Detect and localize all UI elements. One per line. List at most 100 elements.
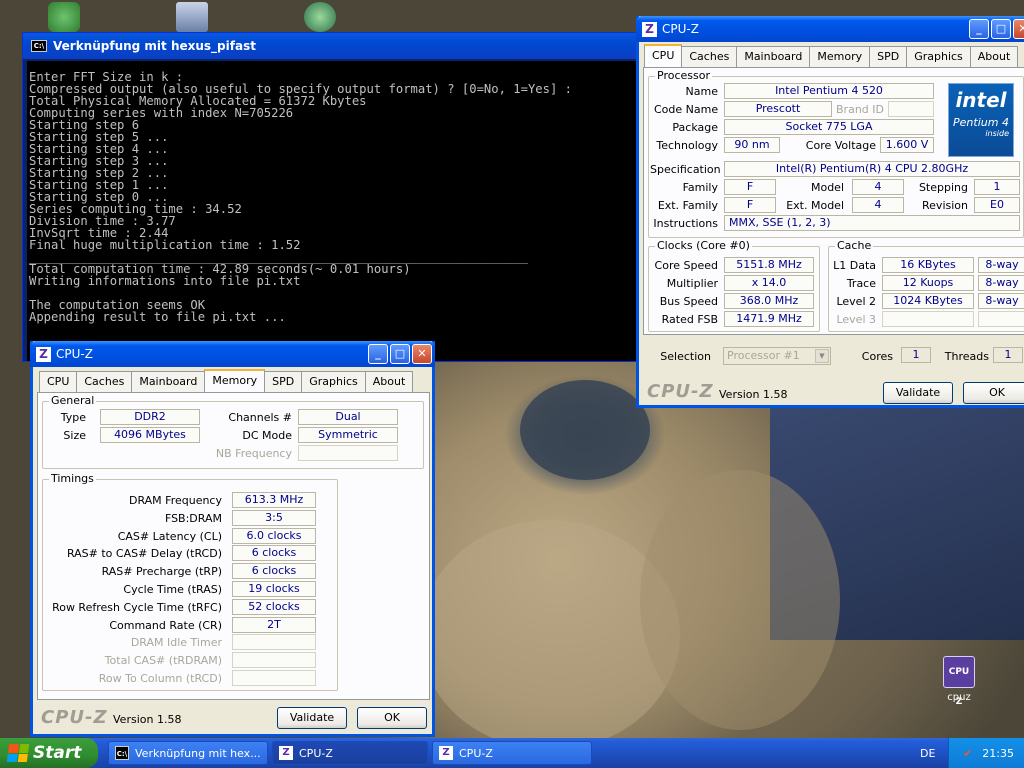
console-titlebar[interactable]: C:\ Verknüpfung mit hexus_pifast <box>23 33 641 59</box>
brandid-label: Brand ID <box>836 103 884 116</box>
tab-graphics[interactable]: Graphics <box>906 46 971 67</box>
timing-value: 52 clocks <box>232 598 316 615</box>
validate-button[interactable]: Validate <box>883 382 953 404</box>
cpuz-logo-icon: Z <box>642 21 657 37</box>
maximize-button[interactable]: □ <box>991 19 1011 39</box>
stepping-value: 1 <box>974 179 1020 195</box>
processor-selection-value: Processor #1 <box>727 349 800 362</box>
start-button[interactable]: Start <box>0 738 98 768</box>
trace-value: 12 Kuops <box>882 275 974 291</box>
codename-value: Prescott <box>724 101 832 117</box>
console-window[interactable]: C:\ Verknüpfung mit hexus_pifast Enter F… <box>22 32 642 362</box>
language-indicator[interactable]: DE <box>920 747 935 760</box>
stepping-label: Stepping <box>918 181 968 194</box>
cpuz-icon: CPU Z <box>943 656 975 707</box>
size-value: 4096 MBytes <box>100 427 200 443</box>
cpuz-logo-icon: Z <box>36 346 51 362</box>
ext-family-value: F <box>724 197 776 213</box>
tab-caches[interactable]: Caches <box>76 371 133 392</box>
windows-flag-icon <box>6 744 30 762</box>
cpuz-logo-icon: Z <box>439 746 453 760</box>
rated-fsb-value: 1471.9 MHz <box>724 311 814 327</box>
tab-memory[interactable]: Memory <box>204 369 266 392</box>
taskbar-item-label: CPU-Z <box>299 746 333 760</box>
clocks-group-label: Clocks (Core #0) <box>655 239 752 252</box>
timing-label: Cycle Time (tRAS) <box>123 583 222 596</box>
console-output[interactable]: Enter FFT Size in k : Compressed output (… <box>27 61 641 361</box>
revision-value: E0 <box>974 197 1020 213</box>
timing-label: DRAM Idle Timer <box>130 636 222 650</box>
chevron-down-icon: ▼ <box>815 349 829 363</box>
timing-value: 6 clocks <box>232 563 316 580</box>
trace-ways: 8-way <box>978 275 1024 291</box>
cpuz-cpu-titlebar[interactable]: Z CPU-Z _ □ ✕ <box>636 16 1024 42</box>
timing-value <box>232 670 316 686</box>
timing-label: Command Rate (CR) <box>109 618 222 632</box>
taskbar-item-cpuz-1[interactable]: Z CPU-Z <box>272 741 428 765</box>
tab-spd[interactable]: SPD <box>264 371 303 392</box>
tab-memory[interactable]: Memory <box>809 46 871 67</box>
nb-frequency-value <box>298 445 398 461</box>
cpuz-desktop-shortcut[interactable]: CPU Z cpuz <box>930 656 988 707</box>
my-computer-icon[interactable] <box>176 2 208 32</box>
level2-value: 1024 KBytes <box>882 293 974 309</box>
cpuz-cpu-title: CPU-Z <box>662 22 699 36</box>
ok-button[interactable]: OK <box>357 707 427 729</box>
tab-mainboard[interactable]: Mainboard <box>736 46 811 67</box>
tab-cpu[interactable]: CPU <box>644 44 683 67</box>
taskbar-item-console[interactable]: C:\ Verknüpfung mit hex... <box>108 741 268 765</box>
family-label: Family <box>682 181 718 194</box>
console-line: Appending result to file pi.txt ... <box>29 310 286 324</box>
timing-value: 613.3 MHz <box>232 492 316 508</box>
level2-ways: 8-way <box>978 293 1024 309</box>
network-icon[interactable] <box>304 2 336 32</box>
pentium-logo-text: Pentium 4 <box>953 116 1009 129</box>
wallpaper-dog-nose <box>520 380 650 480</box>
cpuz-memory-window[interactable]: Z CPU-Z _ □ ✕ CPU Caches Mainboard Memory SP… <box>30 341 435 737</box>
timing-value: 6.0 clocks <box>232 527 316 544</box>
cpuz-cpu-window[interactable]: Z CPU-Z _ □ ✕ CPU Caches Mainboard Memory SP… <box>636 16 1024 408</box>
minimize-button[interactable]: _ <box>368 344 388 364</box>
processor-selection-dropdown[interactable]: Processor #1 ▼ <box>723 347 831 365</box>
channels-value: Dual <box>298 409 398 425</box>
maximize-button[interactable]: □ <box>390 344 410 364</box>
cpuz-memory-titlebar[interactable]: Z CPU-Z _ □ ✕ <box>30 341 435 367</box>
tab-mainboard[interactable]: Mainboard <box>131 371 206 392</box>
technology-value: 90 nm <box>724 137 780 153</box>
version-text: Version 1.58 <box>719 388 788 401</box>
threads-value: 1 <box>993 347 1023 363</box>
tab-caches[interactable]: Caches <box>681 46 738 67</box>
start-label: Start <box>33 743 82 763</box>
timing-label: Row To Column (tRCD) <box>98 672 222 685</box>
core-speed-value: 5151.8 MHz <box>724 257 814 273</box>
core-speed-label: Core Speed <box>654 259 718 272</box>
threads-label: Threads <box>944 350 989 363</box>
close-button[interactable]: ✕ <box>1013 19 1024 39</box>
level3-ways <box>978 311 1024 327</box>
cpuz-memory-title: CPU-Z <box>56 347 93 361</box>
tab-cpu[interactable]: CPU <box>39 371 78 392</box>
minimize-button[interactable]: _ <box>969 19 989 39</box>
cpuz-cpu-tabbar: CPU Caches Mainboard Memory SPD Graphics About <box>644 44 1019 69</box>
memory-tab-panel: General Type DDR2 Size 4096 MBytes Chann… <box>37 392 430 700</box>
tab-graphics[interactable]: Graphics <box>301 371 366 392</box>
ok-button[interactable]: OK <box>963 382 1024 404</box>
clock[interactable]: 21:35 <box>982 747 1014 760</box>
console-icon: C:\ <box>115 746 129 760</box>
close-button[interactable]: ✕ <box>412 344 432 364</box>
tab-about[interactable]: About <box>364 371 414 392</box>
level2-label: Level 2 <box>836 295 876 308</box>
timing-value: 3:5 <box>232 509 316 526</box>
dc-mode-value: Symmetric <box>298 427 398 443</box>
timing-label: CAS# Latency (CL) <box>117 529 222 543</box>
timings-group-label: Timings <box>49 472 96 485</box>
general-group-label: General <box>49 394 97 407</box>
timing-label: Total CAS# (tRDRAM) <box>104 654 222 668</box>
timing-label: DRAM Frequency <box>128 494 222 507</box>
validate-button[interactable]: Validate <box>277 707 347 729</box>
volume-icon[interactable]: ✔ <box>963 747 972 760</box>
tab-about[interactable]: About <box>969 46 1019 67</box>
tab-spd[interactable]: SPD <box>869 46 908 67</box>
taskbar-item-cpuz-2[interactable]: Z CPU-Z <box>432 741 592 765</box>
recycle-bin-icon[interactable] <box>48 2 80 32</box>
